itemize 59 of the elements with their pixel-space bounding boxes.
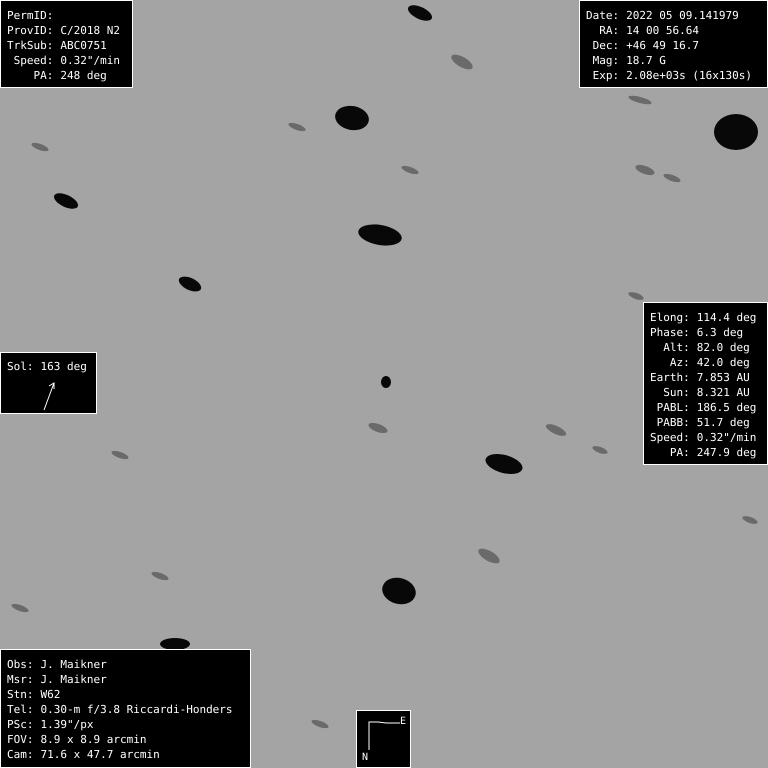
field-label: PA: (32, 68, 54, 83)
field-label: Speed: (12, 53, 54, 68)
field-value: 0.30-m f/3.8 Riccardi-Honders (40, 702, 233, 717)
field-label: RA: (598, 23, 620, 38)
east-label: E (400, 716, 406, 728)
field-label: TrkSub: (7, 38, 54, 53)
field-label: PSc: (7, 717, 34, 732)
field-value: 248 deg (60, 68, 108, 83)
field-label: Obs: (7, 657, 34, 672)
field-value: 14 00 56.64 (626, 23, 700, 38)
field-value: 82.0 deg (696, 340, 751, 355)
field-value: 114.4 deg (696, 310, 756, 325)
field-label: Dec: (592, 38, 620, 53)
field-label: Stn: (7, 687, 34, 702)
field-value: 186.5 deg (696, 400, 756, 415)
field-value: C/2018 N2 (60, 23, 120, 38)
field-label: ProvID: (7, 23, 54, 38)
compass-icon (368, 722, 400, 750)
field-value: 0.32"/min (60, 53, 120, 68)
field-label: PABL: (656, 400, 690, 415)
field-value: J. Maikner (40, 672, 108, 687)
field-label: PermID: (7, 8, 54, 23)
arrow-icon (44, 382, 54, 410)
field-value: 247.9 deg (696, 445, 756, 460)
field-label: Sun: (662, 385, 690, 400)
field-value: J. Maikner (40, 657, 108, 672)
field-label: Speed: (650, 430, 690, 445)
field-value: 42.0 deg (696, 355, 751, 370)
field-label: Mag: (592, 53, 620, 68)
field-label: Date: (586, 8, 620, 23)
field-label: Az: (668, 355, 690, 370)
field-label: PABB: (656, 415, 690, 430)
field-label: Tel: (7, 702, 34, 717)
field-label: FOV: (7, 732, 34, 747)
field-value: 2022 05 09.141979 (626, 8, 740, 23)
field-label: Elong: (650, 310, 690, 325)
field-value: 1.39"/px (40, 717, 94, 732)
field-value: 71.6 x 47.7 arcmin (40, 747, 161, 762)
field-value: W62 (40, 687, 62, 702)
field-value: +46 49 16.7 (626, 38, 700, 53)
field-value: 7.853 AU (696, 370, 751, 385)
north-label: N (362, 752, 368, 764)
field-label: Phase: (650, 325, 690, 340)
field-label: Msr: (7, 672, 34, 687)
field-value: 0.32"/min (696, 430, 756, 445)
field-value: 18.7 G (626, 53, 667, 68)
field-value: 6.3 deg (696, 325, 744, 340)
field-value: ABC0751 (60, 38, 108, 53)
field-value: 8.321 AU (696, 385, 751, 400)
field-label: Earth: (650, 370, 690, 385)
field-value: 163 deg (40, 359, 87, 374)
field-label: Cam: (7, 747, 34, 762)
field-label: Sol: (7, 359, 34, 374)
field-value: 51.7 deg (696, 415, 751, 430)
field-label: PA: (668, 445, 690, 460)
field-value: 2.08e+03s (16x130s) (626, 68, 752, 83)
field-label: Alt: (662, 340, 690, 355)
field-value: 8.9 x 8.9 arcmin (40, 732, 148, 747)
field-label: Exp: (592, 68, 620, 83)
